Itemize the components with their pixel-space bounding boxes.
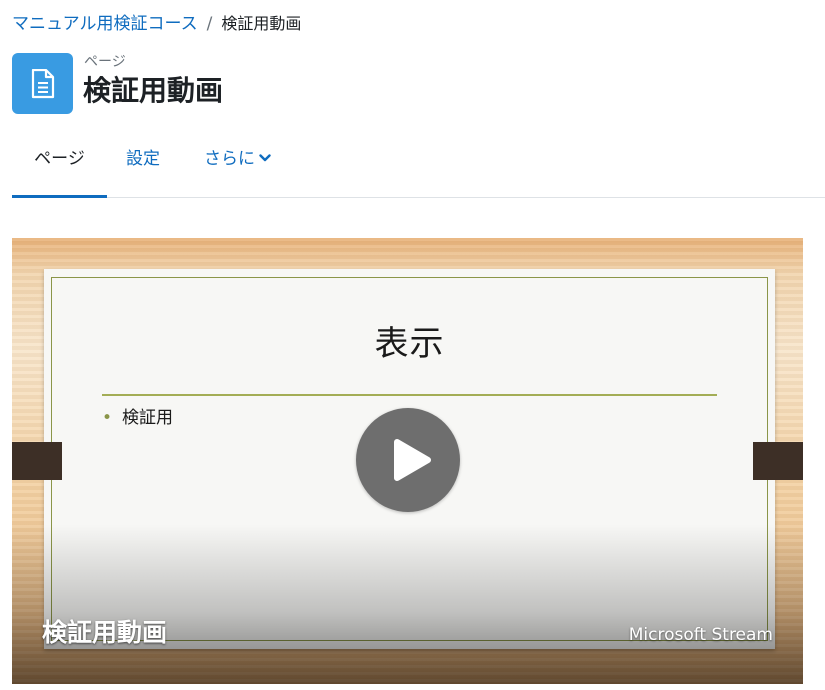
page-document-icon	[12, 53, 73, 114]
breadcrumb: マニュアル用検証コース / 検証用動画	[12, 12, 301, 36]
video-player[interactable]: 表示 • 検証用 検証用動画 Microsoft Stream	[12, 238, 803, 684]
play-button[interactable]	[356, 408, 460, 512]
slide-bullet: • 検証用	[102, 406, 173, 430]
tab-settings[interactable]: 設定	[126, 136, 160, 198]
tab-settings-label: 設定	[126, 149, 160, 169]
video-overlay-gradient	[12, 524, 803, 684]
slide-tab-left	[12, 442, 62, 480]
slide-tab-right	[753, 442, 803, 480]
slide-title: 表示	[374, 324, 445, 364]
breadcrumb-current: 検証用動画	[221, 14, 302, 33]
breadcrumb-course-link[interactable]: マニュアル用検証コース	[12, 14, 198, 34]
module-type-label: ページ	[84, 54, 126, 70]
video-overlay-title: 検証用動画	[42, 618, 168, 647]
page-title: 検証用動画	[83, 74, 224, 107]
tab-more[interactable]: さらに	[204, 136, 271, 198]
play-icon	[394, 439, 431, 481]
tab-more-label: さらに	[204, 149, 255, 169]
secondary-navigation: ページ 設定 さらに	[12, 136, 825, 198]
bullet-dot: •	[102, 408, 113, 428]
breadcrumb-separator: /	[206, 14, 213, 34]
tab-page[interactable]: ページ	[12, 136, 107, 198]
slide-divider	[102, 394, 717, 396]
tab-page-label: ページ	[34, 149, 85, 169]
chevron-down-icon	[259, 154, 271, 162]
slide-bullet-text: 検証用	[122, 408, 174, 428]
microsoft-stream-brand: Microsoft Stream	[628, 625, 773, 645]
